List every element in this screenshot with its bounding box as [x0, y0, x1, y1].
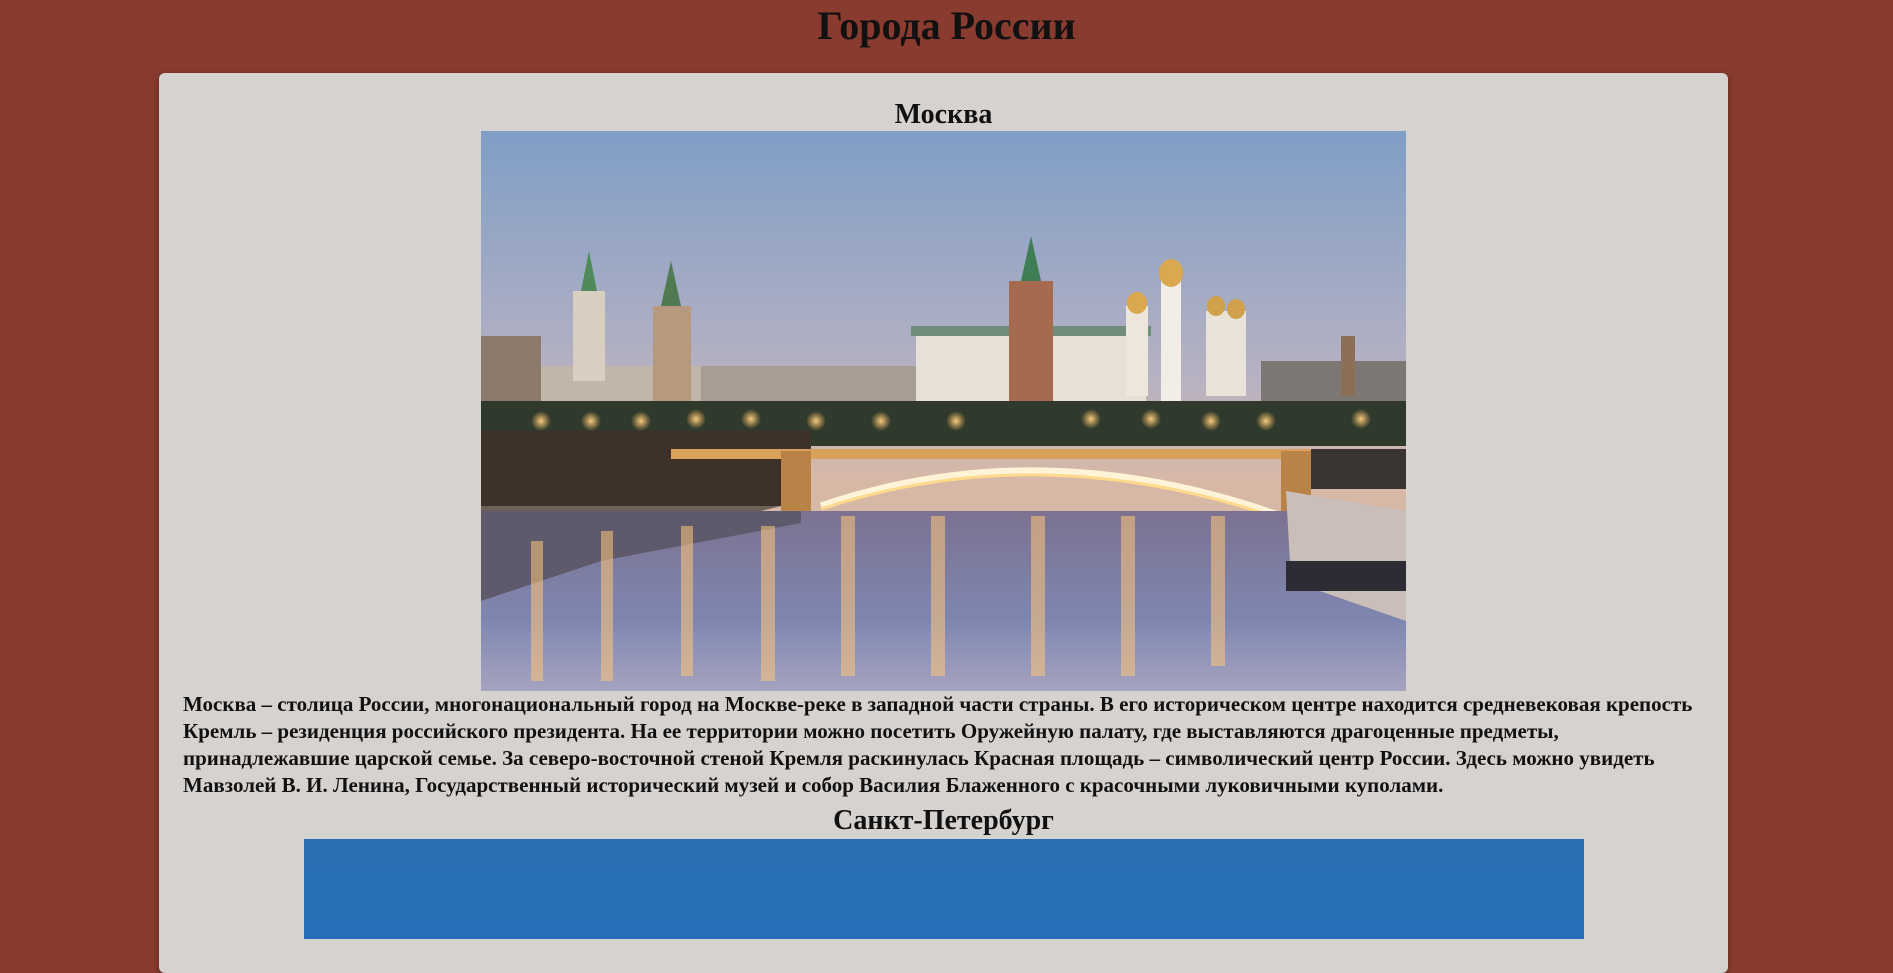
moscow-kremlin-photo — [481, 131, 1406, 691]
moscow-kremlin-image — [481, 131, 1406, 691]
saint-petersburg-photo — [303, 839, 1584, 939]
page-header: Города России — [0, 0, 1893, 52]
city-title: Санкт-Петербург — [833, 805, 1054, 836]
city-section-saint-petersburg: Санкт-Петербург — [159, 803, 1728, 939]
city-description: Москва – столица России, многонациональн… — [183, 692, 1693, 797]
city-title: Москва — [894, 99, 993, 130]
cities-card: Москва Москва – столица России, многонац… — [159, 73, 1728, 973]
page-title: Города России — [817, 3, 1076, 48]
city-section-moscow: Москва Москва – столица России, многонац… — [159, 99, 1728, 799]
